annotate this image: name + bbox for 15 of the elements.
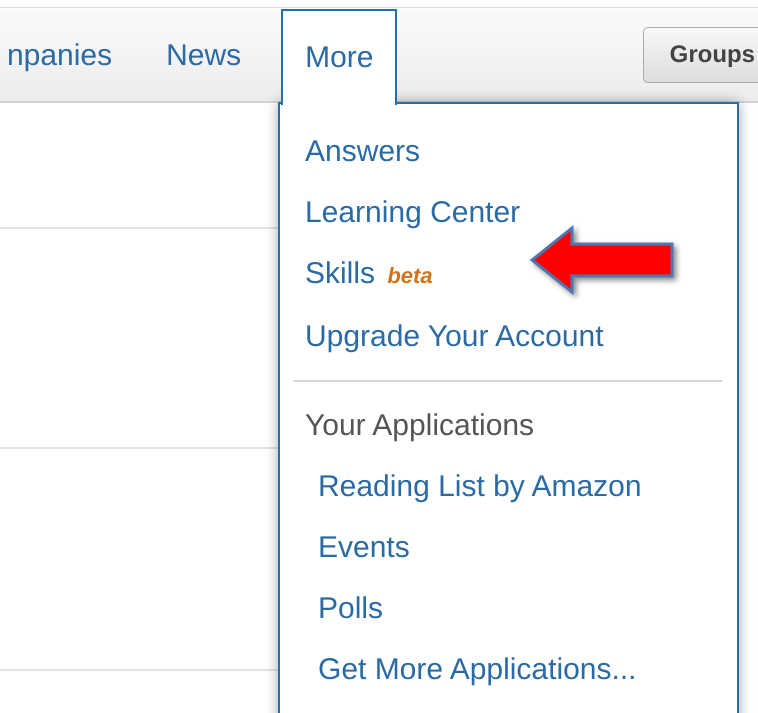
menu-item[interactable]: Answers (280, 121, 420, 182)
arrow-icon (530, 224, 674, 296)
menu-item[interactable]: Polls (280, 578, 384, 639)
groups-button[interactable]: Groups (642, 27, 758, 83)
menu-item[interactable]: Upgrade Your Account (280, 306, 604, 367)
beta-tag: beta (387, 263, 433, 288)
nav-tab[interactable]: News (142, 9, 266, 101)
nav-tab[interactable]: npanies (0, 9, 136, 101)
menu-item[interactable]: Events (280, 517, 410, 578)
nav-tab[interactable]: More (281, 9, 398, 105)
section-heading: Your Applications (304, 408, 534, 444)
menu-item[interactable]: Get More Applications... (280, 639, 636, 700)
menu-item[interactable]: Skills beta (280, 243, 433, 306)
menu-item[interactable]: Reading List by Amazon (280, 456, 642, 517)
menu-item[interactable]: Learning Center (280, 182, 520, 243)
